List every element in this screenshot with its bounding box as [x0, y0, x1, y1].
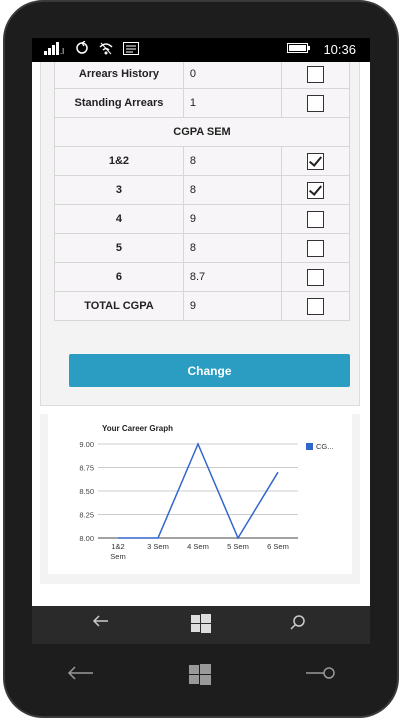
- table-row: 49: [54, 204, 351, 234]
- cgpa-table: Arrears History 0 Standing Arrears 1 CGPA SE…: [54, 62, 351, 321]
- y-tick-label: 8.50: [79, 487, 94, 496]
- message-icon: [123, 41, 139, 58]
- row-value: 1: [182, 88, 282, 118]
- line-chart: Your Career Graph 9.00 8.75 8.50 8.25 8.00 1&2…: [79, 424, 334, 561]
- section-header: CGPA SEM: [54, 117, 350, 147]
- row-checkbox[interactable]: [306, 94, 324, 112]
- hw-search-icon[interactable]: [306, 664, 336, 685]
- sync-icon: [75, 40, 89, 58]
- row-checkbox-cell: [280, 175, 351, 205]
- row-checkbox[interactable]: [306, 181, 324, 199]
- change-button[interactable]: Change: [69, 354, 350, 387]
- row-label: 3: [54, 175, 184, 205]
- table-row: 58: [54, 233, 351, 263]
- back-arrow-icon[interactable]: [92, 614, 110, 633]
- x-tick-label: 5 Sem: [227, 542, 249, 551]
- row-value: 9: [182, 204, 282, 234]
- row-value: 8: [182, 233, 282, 263]
- clock: 10:36: [323, 42, 356, 57]
- app-content: Arrears History 0 Standing Arrears 1 CGPA SE…: [32, 62, 370, 607]
- row-label: Arrears History: [54, 62, 184, 89]
- hardware-buttons: [0, 650, 396, 700]
- x-tick-label: 3 Sem: [147, 542, 169, 551]
- x-tick-label: 6 Sem: [267, 542, 289, 551]
- row-value: 0: [182, 62, 282, 89]
- hw-windows-icon[interactable]: [189, 664, 211, 691]
- section-header-row: CGPA SEM: [54, 117, 350, 147]
- search-icon[interactable]: [290, 614, 306, 635]
- career-graph: Your Career Graph 9.00 8.75 8.50 8.25 8.00 1&2…: [48, 414, 352, 574]
- y-tick-label: 8.00: [79, 534, 94, 543]
- device: .l 10:36 Arrears History 0 Standing Arre…: [0, 0, 403, 721]
- status-bar: .l 10:36: [32, 38, 370, 62]
- legend-label: CG...: [316, 442, 334, 451]
- row-label: 5: [54, 233, 184, 263]
- row-label: 1&2: [54, 146, 184, 176]
- y-tick-label: 9.00: [79, 440, 94, 449]
- x-tick-label: 1&2: [111, 542, 124, 551]
- row-checkbox[interactable]: [306, 65, 324, 83]
- battery-icon: [287, 42, 311, 57]
- table-row: Standing Arrears 1: [54, 88, 351, 118]
- wifi-icon: [98, 41, 114, 58]
- chart-title: Your Career Graph: [102, 424, 173, 433]
- hw-back-icon[interactable]: [66, 664, 94, 685]
- row-checkbox[interactable]: [306, 152, 324, 170]
- row-checkbox-cell: [280, 88, 351, 118]
- row-checkbox-cell: [280, 233, 351, 263]
- table-row: 1&2 8: [54, 146, 351, 176]
- table-row: 38: [54, 175, 351, 205]
- row-label: Standing Arrears: [54, 88, 184, 118]
- y-tick-label: 8.25: [79, 511, 94, 520]
- row-label: TOTAL CGPA: [54, 291, 184, 321]
- row-checkbox-cell: [280, 291, 351, 321]
- row-checkbox-cell: [280, 204, 351, 234]
- career-graph-card: Your Career Graph 9.00 8.75 8.50 8.25 8.00 1&2…: [40, 414, 360, 584]
- y-tick-label: 8.75: [79, 464, 94, 473]
- x-tick-label: Sem: [110, 552, 125, 561]
- svg-text:.l: .l: [60, 47, 64, 55]
- windows-logo-icon[interactable]: [191, 614, 211, 639]
- row-value: 8: [182, 146, 282, 176]
- soft-nav-bar: [32, 606, 370, 644]
- phone-screen: .l 10:36 Arrears History 0 Standing Arre…: [32, 38, 370, 644]
- row-value: 8: [182, 175, 282, 205]
- row-value: 8.7: [182, 262, 282, 292]
- row-label: 6: [54, 262, 184, 292]
- x-tick-label: 4 Sem: [187, 542, 209, 551]
- row-checkbox[interactable]: [306, 297, 324, 315]
- row-checkbox-cell: [280, 262, 351, 292]
- table-row: TOTAL CGPA 9: [54, 291, 351, 321]
- row-checkbox[interactable]: [306, 268, 324, 286]
- row-value: 9: [182, 291, 282, 321]
- table-row: Arrears History 0: [54, 62, 351, 89]
- row-label: 4: [54, 204, 184, 234]
- row-checkbox[interactable]: [306, 210, 324, 228]
- row-checkbox-cell: [280, 62, 351, 89]
- legend-swatch: [306, 443, 313, 450]
- table-row: 6 8.7: [54, 262, 351, 292]
- cgpa-card: Arrears History 0 Standing Arrears 1 CGPA SE…: [40, 62, 360, 406]
- row-checkbox-cell: [280, 146, 351, 176]
- row-checkbox[interactable]: [306, 239, 324, 257]
- signal-icon: .l: [44, 41, 66, 58]
